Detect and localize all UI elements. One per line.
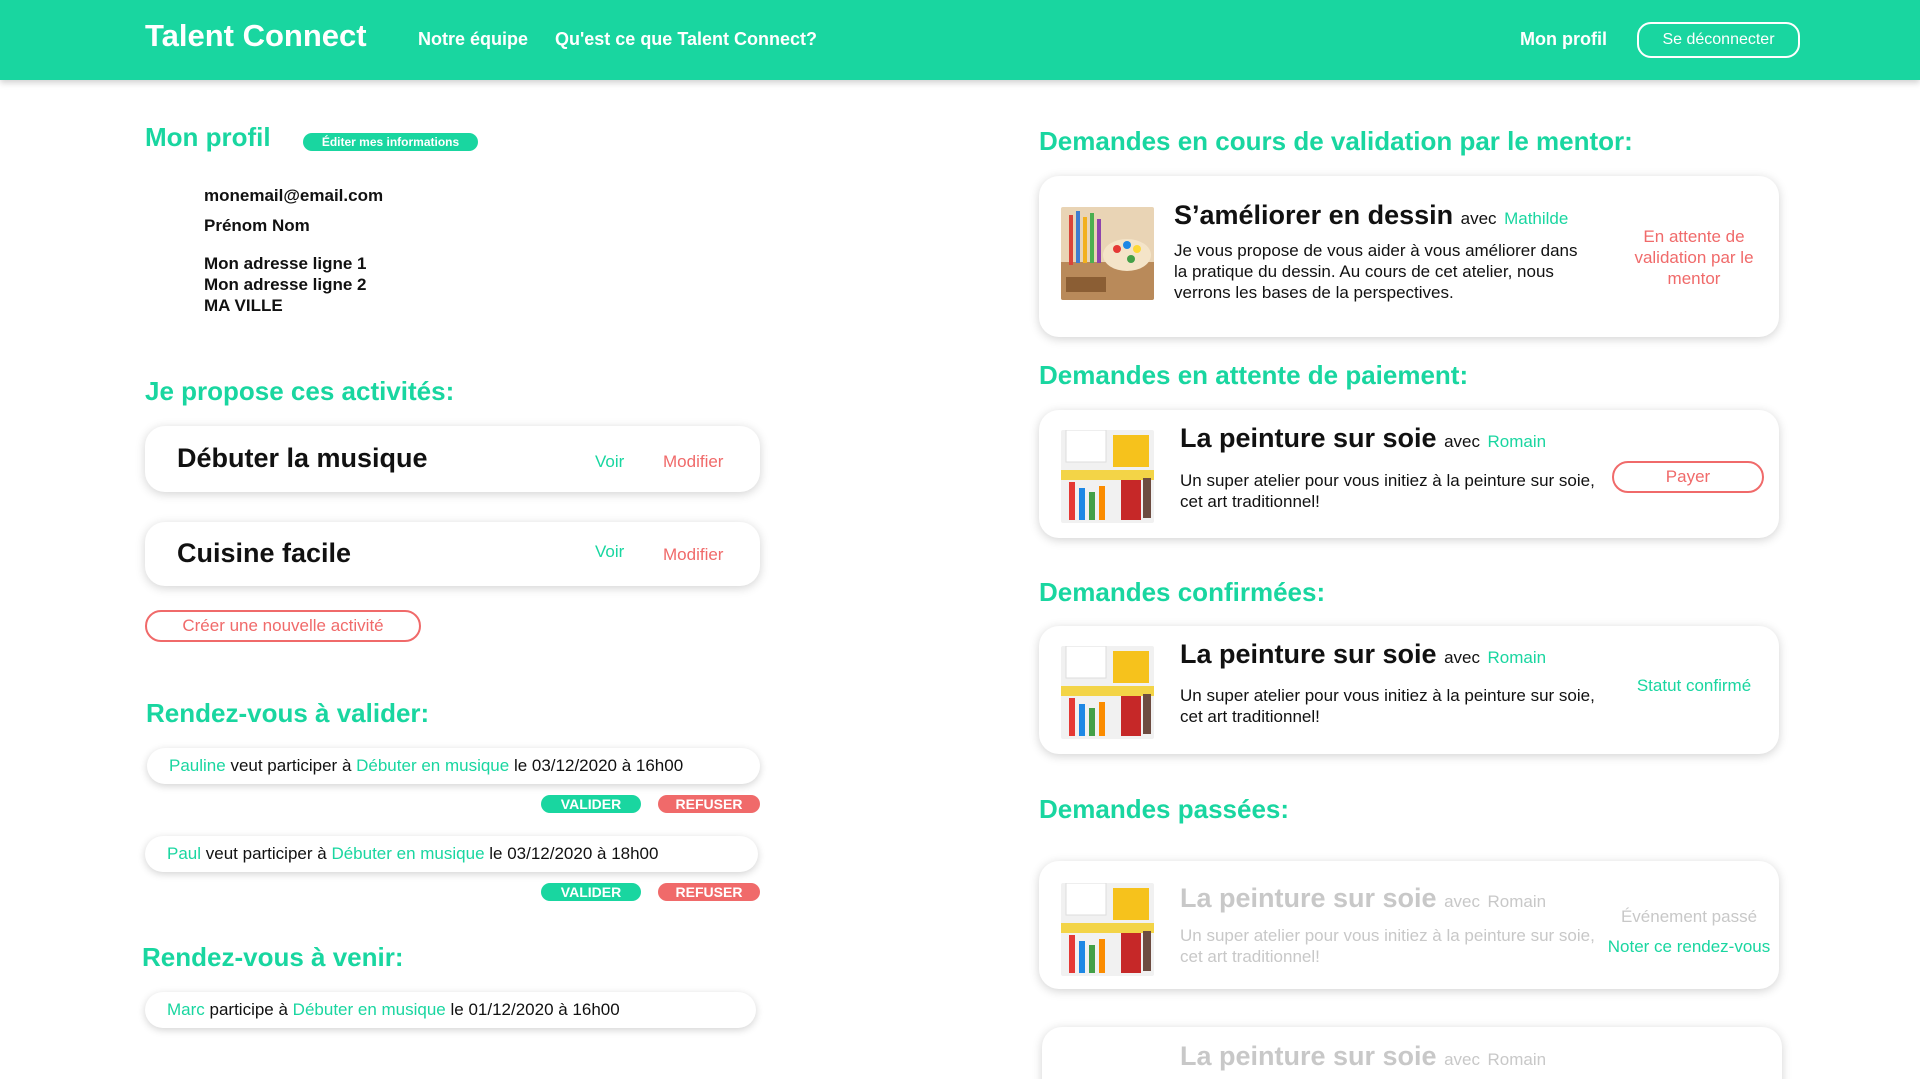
request-description: Je vous propose de vous aider à vous amé…	[1174, 241, 1578, 302]
request-title: La peinture sur soie avec Romain	[1180, 639, 1546, 670]
activity-card: Débuter la musique Voir Modifier	[145, 426, 760, 492]
profile-title: Mon profil	[145, 122, 271, 152]
request-card: La peinture sur soie avec Romain Un supe…	[1039, 626, 1779, 754]
mentor-name-link[interactable]: Romain	[1488, 1050, 1547, 1069]
mentor-name-link[interactable]: Romain	[1488, 432, 1547, 451]
confirmed-title: Demandes confirmées:	[1039, 577, 1326, 607]
mentor-name-link[interactable]: Romain	[1488, 648, 1547, 667]
profile-address-line-1: Mon adresse ligne 1	[204, 254, 367, 273]
validate-button[interactable]: VALIDER	[541, 883, 641, 901]
to-validate-title: Rendez-vous à valider:	[146, 698, 430, 728]
pay-button[interactable]: Payer	[1612, 461, 1764, 493]
request-title: La peinture sur soie avec Romain	[1180, 1041, 1546, 1072]
validate-button[interactable]: VALIDER	[541, 795, 641, 813]
appointment-verb: participe à	[204, 1000, 293, 1019]
activity-title: La peinture sur soie	[1180, 883, 1437, 913]
appointment-date: le 01/12/2020 à 16h00	[445, 1000, 620, 1019]
request-verb: veut participer à	[201, 844, 332, 863]
activity-edit-link[interactable]: Modifier	[663, 545, 723, 565]
avec-label: avec	[1460, 209, 1497, 228]
mentor-name-link[interactable]: Mathilde	[1504, 209, 1568, 228]
request-description: Un super atelier pour vous initiez à la …	[1180, 471, 1595, 511]
nav-link-about[interactable]: Qu'est ce que Talent Connect?	[555, 29, 817, 50]
activity-edit-link[interactable]: Modifier	[663, 452, 723, 472]
activity-link[interactable]: Débuter en musique	[356, 756, 509, 775]
pending-mentor-title: Demandes en cours de validation par le m…	[1039, 126, 1633, 156]
nav-link-my-profile[interactable]: Mon profil	[1520, 29, 1607, 50]
activity-link[interactable]: Débuter en musique	[331, 844, 484, 863]
request-title: La peinture sur soie avec Romain	[1180, 423, 1546, 454]
past-event-status: Événement passé	[1620, 907, 1758, 926]
profile-email: monemail@email.com	[204, 186, 384, 205]
rate-appointment-link[interactable]: Noter ce rendez-vous	[1594, 936, 1784, 957]
request-card: La peinture sur soie avec Romain Un supe…	[1039, 861, 1779, 989]
request-card: La peinture sur soie avec Romain Un supe…	[1039, 410, 1779, 538]
profile-city: MA VILLE	[204, 296, 283, 315]
profile-name: Prénom Nom	[204, 216, 310, 235]
activity-title: La peinture sur soie	[1180, 639, 1437, 669]
upcoming-appointment-row: Marc participe à Débuter en musique le 0…	[145, 992, 756, 1028]
activity-name: Débuter la musique	[177, 443, 428, 473]
avec-label: avec	[1444, 892, 1481, 911]
request-title: La peinture sur soie avec Romain	[1180, 883, 1546, 914]
activity-title: La peinture sur soie	[1180, 423, 1437, 453]
create-activity-button[interactable]: Créer une nouvelle activité	[145, 610, 421, 642]
brand-logo[interactable]: Talent Connect	[145, 18, 367, 54]
avec-label: avec	[1444, 648, 1481, 667]
request-verb: veut participer à	[225, 756, 357, 775]
participant-name[interactable]: Paul	[167, 844, 201, 863]
participant-name[interactable]: Marc	[167, 1000, 205, 1019]
mentor-name-link[interactable]: Romain	[1488, 892, 1547, 911]
activity-link[interactable]: Débuter en musique	[293, 1000, 446, 1019]
silk-painting-thumbnail-image	[1061, 646, 1154, 739]
drawing-thumbnail-image	[1061, 207, 1154, 300]
past-title: Demandes passées:	[1039, 794, 1290, 824]
refuse-button[interactable]: REFUSER	[658, 795, 760, 813]
profile-address-line-2: Mon adresse ligne 2	[204, 275, 367, 294]
edit-profile-button[interactable]: Éditer mes informations	[303, 133, 478, 151]
activity-title: La peinture sur soie	[1180, 1041, 1437, 1071]
pending-payment-title: Demandes en attente de paiement:	[1039, 360, 1469, 390]
request-date: le 03/12/2020 à 18h00	[484, 844, 659, 863]
request-date: le 03/12/2020 à 16h00	[509, 756, 684, 775]
request-title: S’améliorer en dessin avec Mathilde	[1174, 200, 1568, 231]
pending-validation-status: En attente de validation par le mentor	[1634, 227, 1754, 288]
confirmed-status: Statut confirmé	[1636, 676, 1752, 695]
logout-button[interactable]: Se déconnecter	[1637, 22, 1800, 58]
request-card: La peinture sur soie avec Romain	[1042, 1027, 1782, 1079]
avec-label: avec	[1444, 1050, 1481, 1069]
activities-title: Je propose ces activités:	[145, 376, 455, 406]
activity-title: S’améliorer en dessin	[1174, 200, 1454, 230]
participant-name[interactable]: Pauline	[169, 756, 226, 775]
request-card: S’améliorer en dessin avec Mathilde Je v…	[1039, 176, 1779, 337]
top-navigation-bar: Talent Connect Notre équipe Qu'est ce qu…	[0, 0, 1920, 80]
refuse-button[interactable]: REFUSER	[658, 883, 760, 901]
request-description: Un super atelier pour vous initiez à la …	[1180, 686, 1595, 726]
appointment-request-row: Pauline veut participer à Débuter en mus…	[147, 748, 760, 784]
activity-view-link[interactable]: Voir	[595, 542, 624, 562]
activity-view-link[interactable]: Voir	[595, 452, 624, 472]
avec-label: avec	[1444, 432, 1481, 451]
appointment-request-row: Paul veut participer à Débuter en musiqu…	[145, 836, 758, 872]
silk-painting-thumbnail-image	[1061, 430, 1154, 523]
activity-card: Cuisine facile Voir Modifier	[145, 522, 760, 586]
nav-link-team[interactable]: Notre équipe	[418, 29, 528, 50]
upcoming-title: Rendez-vous à venir:	[142, 942, 404, 972]
activity-name: Cuisine facile	[177, 538, 352, 568]
silk-painting-thumbnail-image	[1061, 883, 1154, 976]
request-description: Un super atelier pour vous initiez à la …	[1180, 926, 1595, 966]
